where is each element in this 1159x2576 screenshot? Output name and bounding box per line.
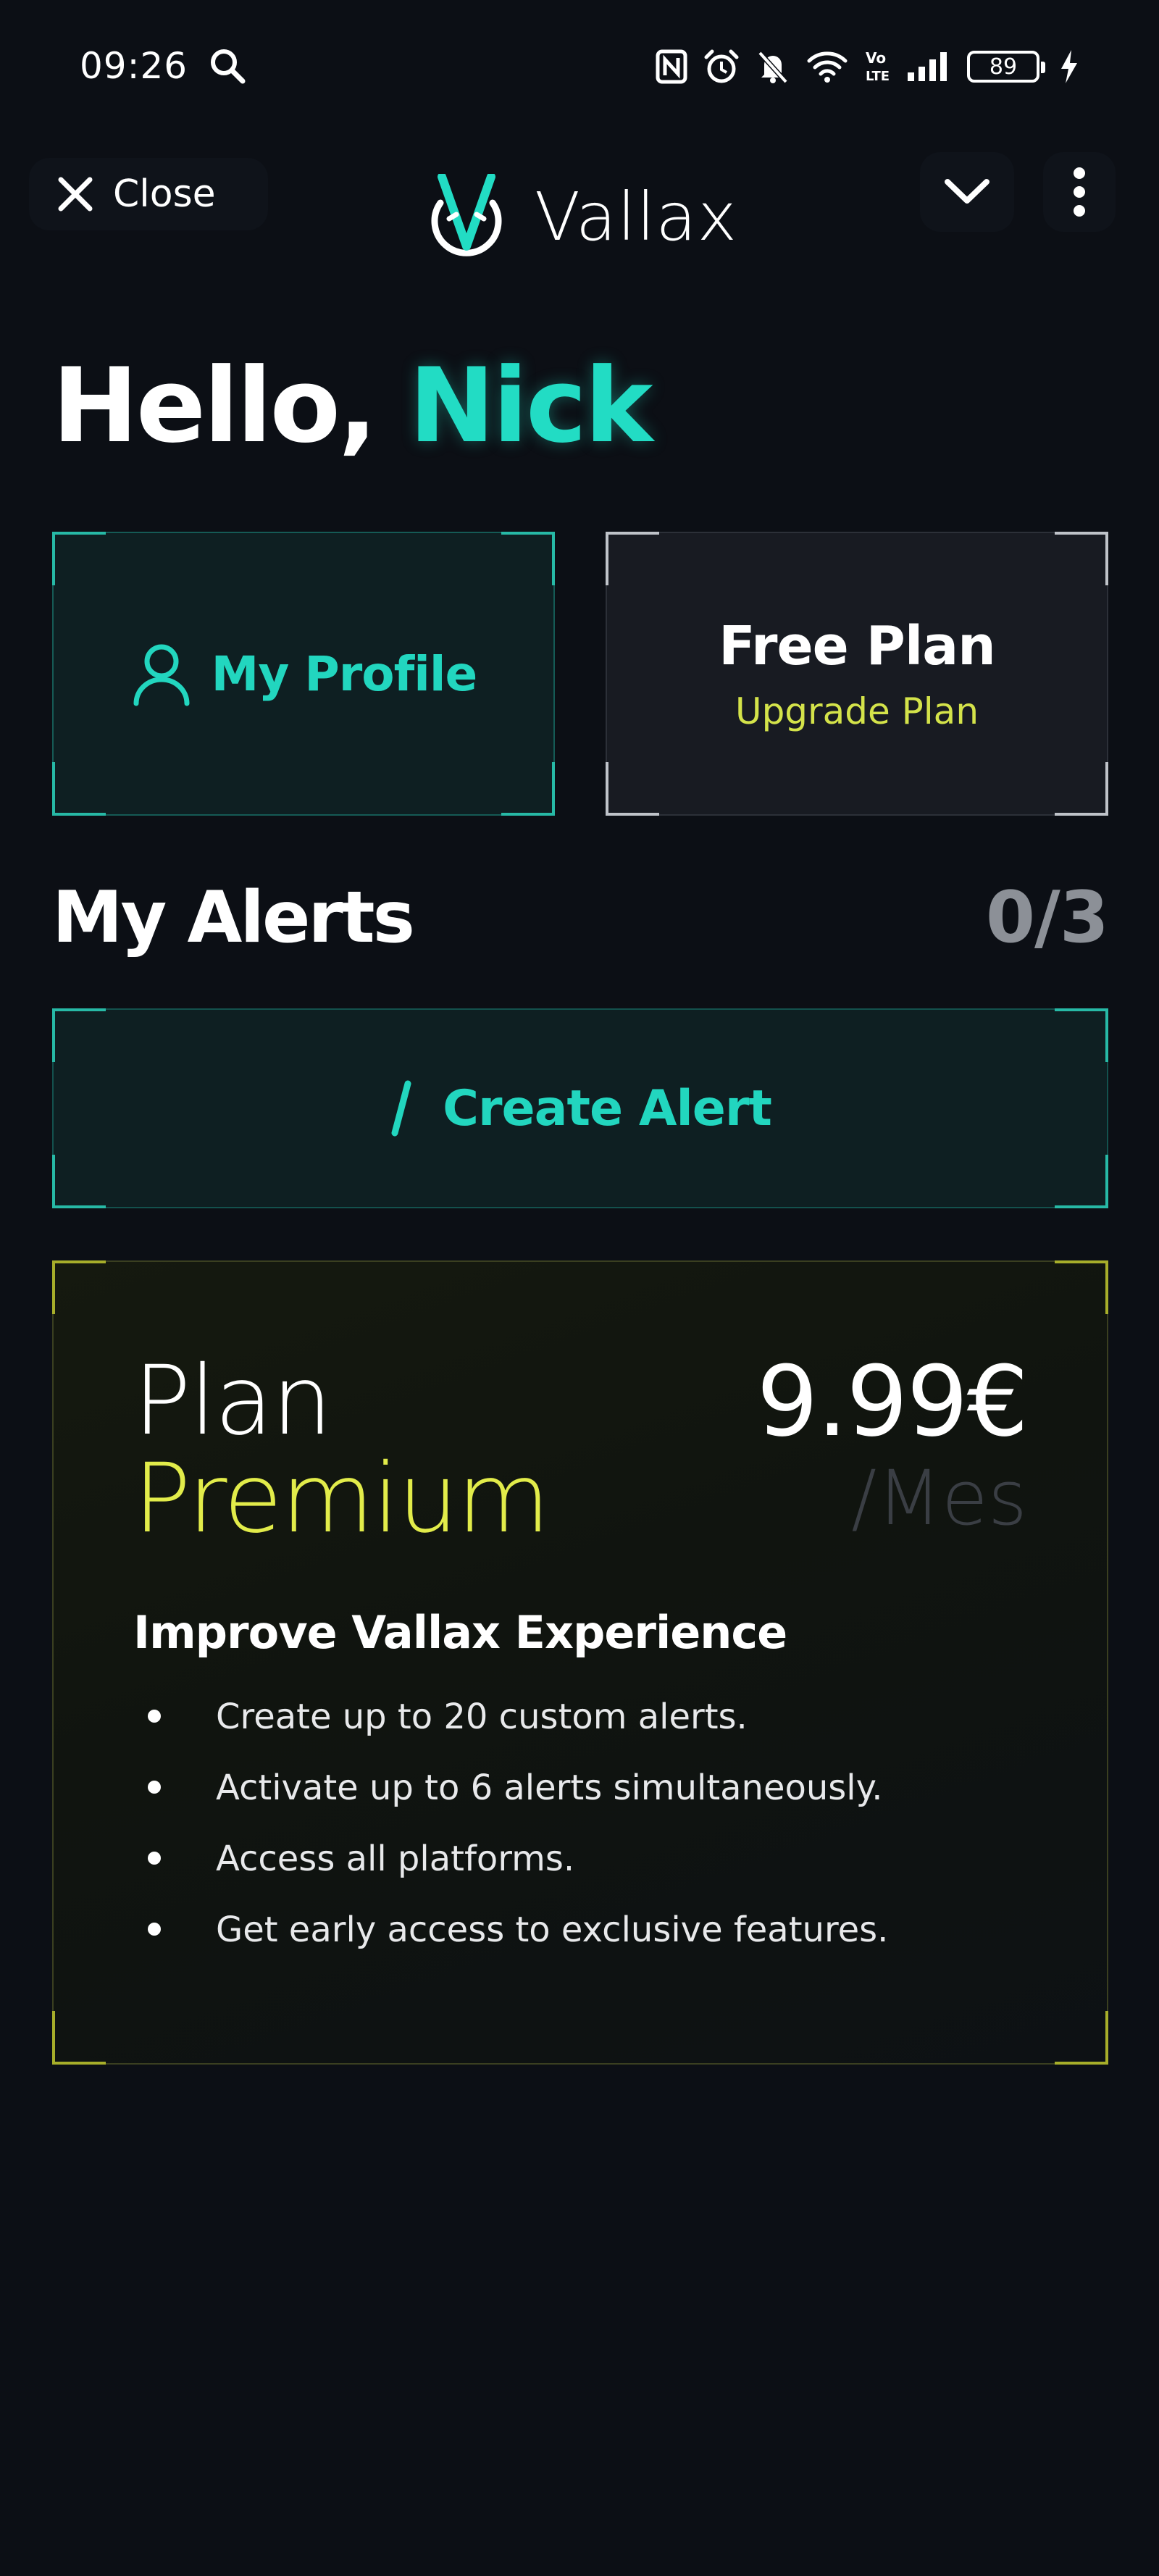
premium-tier: Premium: [133, 1443, 550, 1555]
volte-icon: Vo LTE: [866, 49, 890, 84]
brand: Vallax: [420, 174, 737, 259]
feature-text: Activate up to 6 alerts simultaneously.: [216, 1768, 883, 1808]
alerts-title: My Alerts: [52, 877, 415, 959]
upgrade-plan-link[interactable]: Upgrade Plan: [735, 690, 979, 732]
battery-icon: 89: [967, 51, 1045, 83]
more-vertical-icon: [1074, 167, 1085, 217]
free-plan-card[interactable]: Free Plan Upgrade Plan: [606, 532, 1108, 816]
bullet-icon: [148, 1923, 161, 1936]
premium-period: /Mes: [851, 1454, 1027, 1542]
greeting: Hello, Nick: [52, 346, 653, 466]
chevron-down-icon: [945, 179, 989, 204]
create-alert-button[interactable]: Create Alert: [52, 1008, 1108, 1208]
slash-icon: [391, 1080, 411, 1137]
close-icon: [58, 177, 93, 212]
status-time: 09:26: [80, 45, 188, 87]
list-item: Access all platforms.: [133, 1839, 888, 1910]
close-label: Close: [113, 172, 216, 216]
list-item: Get early access to exclusive features.: [133, 1910, 888, 1981]
list-item: Activate up to 6 alerts simultaneously.: [133, 1768, 888, 1839]
svg-text:Vo: Vo: [866, 49, 886, 67]
brand-name: Vallax: [535, 177, 738, 256]
charging-icon: [1061, 50, 1077, 83]
more-options-button[interactable]: [1043, 152, 1116, 232]
current-plan-title: Free Plan: [719, 615, 996, 677]
search-icon: [211, 49, 246, 84]
create-alert-label: Create Alert: [443, 1079, 772, 1137]
vallax-logo-icon: [431, 174, 502, 256]
premium-plan-card[interactable]: Plan Premium 9.99€ /Mes Improve Vallax E…: [52, 1260, 1108, 2065]
status-icons: Vo LTE 89: [656, 46, 1080, 87]
my-profile-label: My Profile: [211, 645, 478, 702]
premium-plan-word: Plan: [133, 1345, 332, 1457]
bullet-icon: [148, 1852, 161, 1865]
my-profile-button[interactable]: My Profile: [52, 532, 555, 816]
expand-button[interactable]: [920, 152, 1014, 232]
bullet-icon: [148, 1781, 161, 1794]
premium-heading: Improve Vallax Experience: [133, 1606, 787, 1659]
battery-level: 89: [989, 54, 1018, 80]
premium-price: 9.99€: [756, 1345, 1029, 1458]
user-name: Nick: [409, 346, 653, 466]
premium-feature-list: Create up to 20 custom alerts. Activate …: [133, 1697, 888, 1981]
feature-text: Get early access to exclusive features.: [216, 1910, 889, 1950]
close-button[interactable]: Close: [29, 158, 268, 230]
feature-text: Create up to 20 custom alerts.: [216, 1697, 748, 1737]
mute-icon: [758, 51, 788, 84]
greeting-prefix: Hello,: [52, 346, 377, 466]
alarm-icon: [704, 49, 739, 83]
user-icon: [133, 644, 190, 706]
feature-text: Access all platforms.: [216, 1839, 575, 1879]
alerts-count: 0/3: [985, 877, 1109, 959]
bullet-icon: [148, 1710, 161, 1723]
nfc-icon: [656, 49, 687, 84]
wifi-icon: [807, 51, 848, 83]
signal-icon: [908, 52, 947, 81]
list-item: Create up to 20 custom alerts.: [133, 1697, 888, 1768]
svg-text:LTE: LTE: [866, 69, 890, 84]
